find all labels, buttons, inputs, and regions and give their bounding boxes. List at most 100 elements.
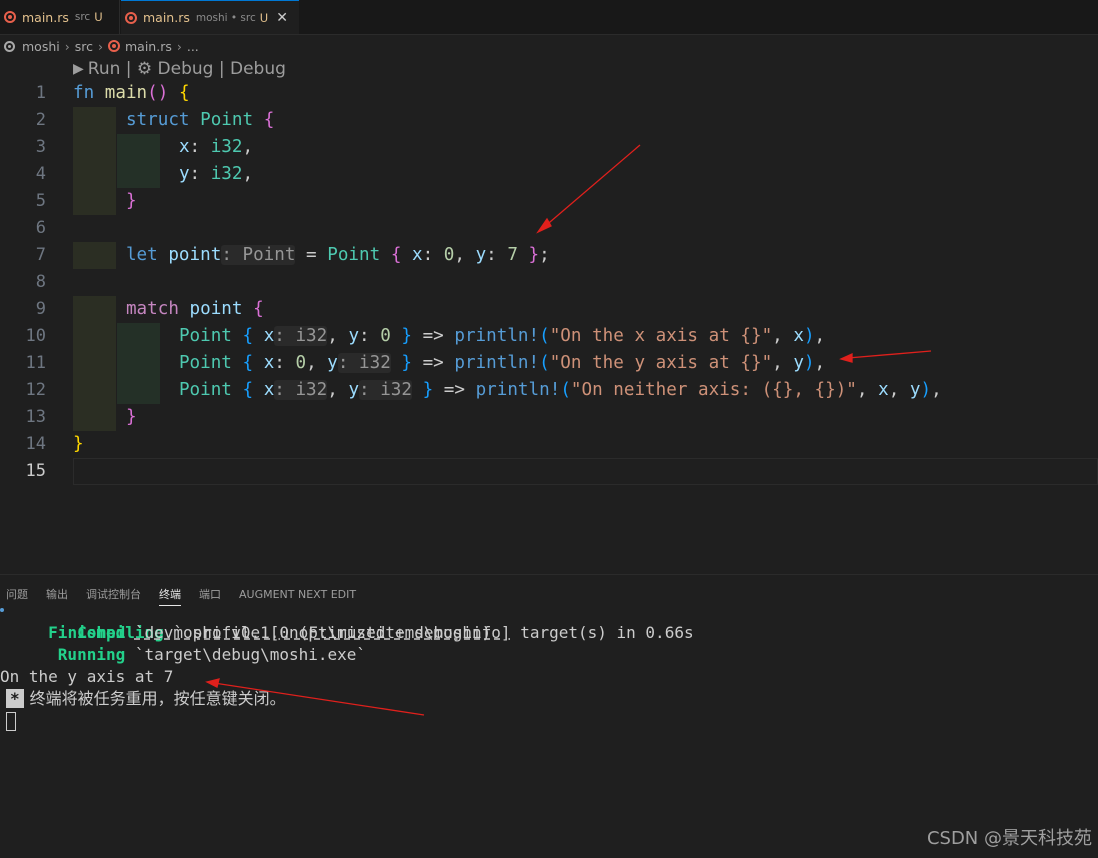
type-hint: : i32 xyxy=(337,353,391,373)
code-text: struct Point { xyxy=(73,107,274,134)
terminal-link[interactable]: `dev` profile [unoptimized + debuginfo] xyxy=(135,623,511,642)
command-decoration-icon xyxy=(0,608,4,612)
tab-bar: main.rs src U main.rs moshi • src U ✕ xyxy=(0,0,1098,35)
token: y xyxy=(909,380,921,400)
token: println! xyxy=(454,326,540,346)
token: i32 xyxy=(210,164,243,184)
token: match xyxy=(125,299,179,319)
code-line: 12 Point { x: i32, y: i32 } => println!(… xyxy=(0,377,1098,404)
tab-augment-next-edit[interactable]: AUGMENT NEXT EDIT xyxy=(239,588,356,601)
token: 0 xyxy=(443,245,455,265)
token: main xyxy=(104,83,148,103)
code-text: } xyxy=(73,188,137,215)
breadcrumb-item-main-rs[interactable]: main.rs xyxy=(125,39,172,54)
terminal-running-label: Running xyxy=(57,645,126,664)
breadcrumb-item-moshi[interactable]: moshi xyxy=(22,39,60,54)
token: Point xyxy=(178,353,232,373)
token: y xyxy=(178,164,190,184)
token: : xyxy=(274,353,296,373)
codelens-label[interactable]: Run | ⚙ Debug | Debug xyxy=(88,59,286,79)
token: ) xyxy=(920,380,932,400)
token: x xyxy=(263,380,275,400)
token: } xyxy=(73,434,84,454)
watermark: CSDN @景天科技苑 xyxy=(926,828,1092,849)
code-text: x: i32, xyxy=(73,134,253,161)
code-line: 4 y: i32, xyxy=(0,161,1098,188)
code-line: 7 let point: Point = Point { x: 0, y: 7 … xyxy=(0,242,1098,269)
tab-label: main.rs xyxy=(143,10,190,25)
token: : xyxy=(189,164,211,184)
tab-main-rs-src[interactable]: main.rs src U xyxy=(0,0,120,34)
token: { xyxy=(253,299,264,319)
token: => xyxy=(412,353,455,373)
token: ( xyxy=(560,380,571,400)
folder-root-icon xyxy=(4,40,15,52)
token: Point xyxy=(178,380,232,400)
line-number: 9 xyxy=(35,299,46,319)
token: 0 xyxy=(295,353,307,373)
line-number: 4 xyxy=(35,164,46,184)
token: struct xyxy=(125,110,190,130)
line-number: 3 xyxy=(35,137,46,157)
current-line-highlight xyxy=(73,458,1098,485)
terminal-cursor xyxy=(6,712,16,731)
terminal-line: Running `target\debug\moshi.exe` xyxy=(0,644,366,666)
token: { xyxy=(242,353,254,373)
token: Point xyxy=(327,245,381,265)
token: point xyxy=(168,245,222,265)
terminal-line: Finished `dev` profile [unoptimized + de… xyxy=(0,622,694,644)
code-text: let point: Point = Point { x: 0, y: 7 }; xyxy=(73,242,550,269)
token: , xyxy=(242,164,254,184)
token: : xyxy=(189,137,211,157)
rust-file-icon xyxy=(107,40,120,52)
terminal-line: On the y axis at 7 xyxy=(0,666,173,688)
token: "On the x axis at {}" xyxy=(549,326,773,346)
tab-path: src xyxy=(74,11,91,23)
token: => xyxy=(433,380,476,400)
token: y xyxy=(348,380,360,400)
tab-badge: U xyxy=(259,10,269,25)
breadcrumb-item-symbol[interactable]: ... xyxy=(187,39,199,54)
token: 7 xyxy=(507,245,518,265)
codelens[interactable]: ▶ Run | ⚙ Debug | Debug xyxy=(73,58,286,80)
token: { xyxy=(263,110,275,130)
line-number: 12 xyxy=(25,380,46,400)
line-number: 2 xyxy=(35,110,46,130)
breadcrumb-item-src[interactable]: src xyxy=(75,39,93,54)
token: x xyxy=(412,245,423,265)
code-line: 10 Point { x: i32, y: 0 } => println!("O… xyxy=(0,323,1098,350)
chevron-right-icon: › xyxy=(176,38,182,54)
tab-label: main.rs xyxy=(22,9,69,25)
tab-main-rs-moshi[interactable]: main.rs moshi • src U ✕ xyxy=(121,0,299,34)
tab-path: moshi • src xyxy=(195,11,256,24)
token: y xyxy=(475,245,487,265)
token: "On the y axis at {}" xyxy=(549,353,773,373)
token: : xyxy=(359,326,381,346)
token: y xyxy=(348,326,360,346)
code-line: 14 } xyxy=(0,431,1098,458)
program-output: On the y axis at 7 xyxy=(0,667,174,686)
code-text: match point { xyxy=(73,296,264,323)
token: Point xyxy=(200,110,254,130)
terminal-reuse-message: 终端将被任务重用，按任意键关闭。 xyxy=(29,689,286,708)
code-line: 6 xyxy=(0,215,1098,242)
token: , xyxy=(931,380,942,400)
token: } xyxy=(401,353,412,373)
line-number: 5 xyxy=(35,191,46,211)
code-text: Point { x: i32, y: i32 } => println!("On… xyxy=(73,377,942,404)
code-line: 2 struct Point { xyxy=(0,107,1098,134)
token: ( xyxy=(539,326,550,346)
task-star-badge: * xyxy=(6,689,24,708)
token: x xyxy=(178,137,190,157)
play-icon: ▶ xyxy=(73,61,84,77)
type-hint: : Point xyxy=(221,245,296,265)
line-number: 14 xyxy=(25,434,46,454)
token: "On neither axis: ({}, {})" xyxy=(570,380,857,400)
code-line: 13 } xyxy=(0,404,1098,431)
close-icon[interactable]: ✕ xyxy=(276,10,288,26)
token: x xyxy=(263,326,275,346)
token: ) xyxy=(803,353,815,373)
type-hint: : i32 xyxy=(274,326,328,346)
code-line: 8 xyxy=(0,269,1098,296)
terminal-text: target(s) in 0.66s xyxy=(510,623,694,642)
